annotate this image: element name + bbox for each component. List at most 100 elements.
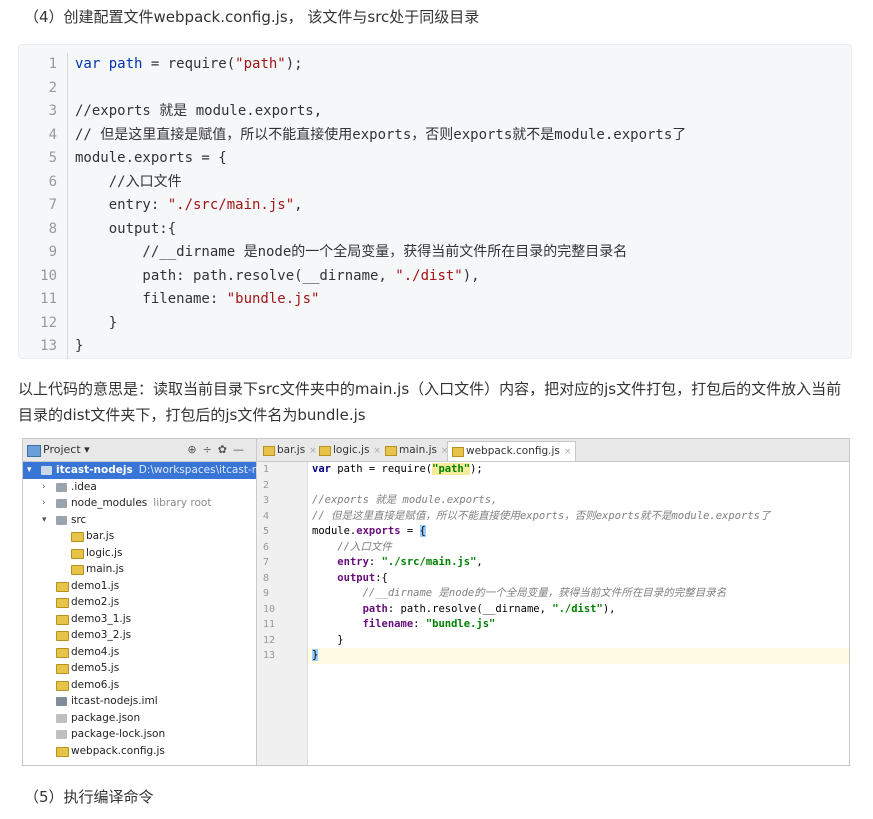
tree-item[interactable]: demo3_1.js (23, 611, 256, 628)
js-file-icon (71, 548, 84, 559)
close-icon[interactable]: × (564, 447, 572, 457)
code-token: var (312, 463, 331, 475)
editor-tab[interactable]: webpack.config.js × (447, 441, 577, 461)
chevron-down-icon[interactable]: ▾ (27, 462, 37, 479)
code-token: var (75, 56, 109, 72)
editor-line-13: } (308, 648, 849, 664)
folder-icon (56, 515, 67, 525)
code-token: "./dist" (552, 602, 603, 615)
tree-item-label: bar.js (86, 528, 114, 545)
tree-item[interactable]: demo2.js (23, 594, 256, 611)
code-line-1: var path = require("path"); (75, 56, 303, 72)
settings-icon[interactable]: ✿ (218, 443, 233, 456)
close-icon[interactable]: × (373, 446, 381, 456)
tree-item-label: demo5.js (71, 660, 119, 677)
editor-tab[interactable]: main.js × (381, 441, 453, 460)
tree-item[interactable]: main.js (23, 561, 256, 578)
tree-item[interactable]: package-lock.json (23, 726, 256, 743)
tree-item-name: src (71, 513, 87, 526)
editor-tab[interactable]: bar.js × (259, 441, 321, 460)
line-number: 3 (48, 103, 57, 119)
chevron-down-icon[interactable]: ▾ (42, 512, 52, 529)
tree-item[interactable]: › node_modules library root (23, 495, 256, 512)
tree-item[interactable]: logic.js (23, 545, 256, 562)
tree-item-name: demo1.js (71, 579, 120, 592)
tree-item-label: demo4.js (71, 644, 119, 661)
line-number: 10 (40, 267, 57, 284)
tree-item-name: itcast-nodejs.iml (71, 695, 158, 707)
line-number: 2 (48, 79, 57, 96)
tree-item[interactable]: itcast-nodejs.iml (23, 693, 256, 710)
code-line-numbers: 1 2 3 4 5 6 7 8 9 10 11 12 13 (19, 53, 68, 359)
editor-line-3: //exports 就是 module.exports, (312, 494, 498, 506)
editor-tab-label: logic.js (333, 444, 370, 456)
js-file-icon (263, 446, 275, 456)
tree-item-name: webpack.config.js (71, 744, 165, 757)
code-line-7: entry: "./src/main.js", (75, 197, 303, 213)
explanation-paragraph: 以上代码的意思是：读取当前目录下src文件夹中的main.js（入口文件）内容，… (18, 380, 842, 424)
tree-item-label: demo1.js (71, 578, 119, 595)
tree-item-label: logic.js (86, 545, 122, 562)
editor-line-number: 3 (263, 495, 270, 506)
tree-item[interactable]: webpack.config.js (23, 743, 256, 760)
tree-item[interactable]: ▾ itcast-nodejs D:\workspaces\itcast-nodej… (23, 462, 286, 479)
tree-item-label: .idea (71, 479, 97, 496)
chevron-right-icon[interactable]: › (42, 495, 52, 512)
collapse-icon[interactable]: ÷ (203, 443, 218, 456)
tree-item-label: package.json (71, 710, 140, 727)
code-line-4: // 但是这里直接是赋值，所以不能直接使用exports，否则exports就不… (75, 126, 687, 143)
js-file-icon (71, 532, 84, 542)
project-icon (27, 445, 41, 457)
js-file-icon (56, 614, 69, 625)
tree-item[interactable]: demo3_2.js (23, 627, 256, 644)
json-file-icon (56, 730, 67, 739)
tree-item[interactable]: ▾ src (23, 512, 256, 529)
editor-code[interactable]: var path = require("path"); //exports 就是… (308, 462, 849, 664)
tree-item[interactable]: demo5.js (23, 660, 256, 677)
code-token: entry (337, 556, 369, 568)
project-label-text: Project (43, 443, 81, 456)
editor-panel: bar.js × logic.js × main.js × webpack.config.j… (257, 439, 849, 765)
project-panel-header[interactable]: Project ▾ ⊕÷✿— (23, 439, 256, 462)
code-line-13: } (75, 338, 84, 354)
step5-heading: （5）执行编译命令 (24, 788, 154, 806)
editor-line-number: 5 (263, 526, 270, 537)
editor-tab[interactable]: logic.js × (315, 441, 385, 460)
code-line-9: //__dirname 是node的一个全局变量，获得当前文件所在目录的完整目录… (75, 244, 628, 260)
chevron-right-icon[interactable]: › (42, 479, 52, 496)
tree-item[interactable]: package.json (23, 710, 256, 727)
code-line-6: //入口文件 (75, 173, 182, 190)
code-token: { (419, 525, 426, 537)
json-file-icon (56, 713, 67, 723)
code-block: 1 2 3 4 5 6 7 8 9 10 11 12 13 var path = require("pa… (18, 44, 852, 359)
js-file-icon (319, 446, 331, 456)
editor-line-number: 13 (263, 650, 276, 661)
editor-line-number: 2 (263, 479, 270, 491)
tree-item[interactable]: bar.js (23, 528, 256, 545)
tree-item-name: itcast-nodejs (56, 464, 133, 476)
editor-line-5: module.exports = { (312, 525, 426, 537)
js-file-icon (56, 647, 69, 658)
tree-item-name: demo4.js (71, 645, 120, 658)
tree-item[interactable]: demo1.js (23, 578, 256, 595)
tree-item-name: demo6.js (71, 678, 120, 691)
tree-item[interactable]: demo6.js (23, 677, 256, 694)
minimize-icon[interactable]: — (233, 443, 250, 456)
tree-item-hint: library root (153, 497, 212, 509)
editor-gutter: 1 2 3 4 5 6 7 8 9 10 11 12 13 (257, 462, 308, 765)
project-label[interactable]: Project ▾ (43, 439, 90, 461)
js-file-icon (56, 664, 69, 674)
editor-line-12: } (312, 633, 344, 646)
tree-item-label: itcast-nodejs.iml (71, 693, 158, 710)
editor-tab-label: webpack.config.js (466, 445, 560, 457)
js-file-icon (56, 746, 69, 757)
tree-item-name: demo5.js (71, 662, 120, 674)
code-token: } (312, 649, 319, 661)
gear-icon[interactable]: ⊕ (187, 443, 202, 456)
project-tree: ▾ itcast-nodejs D:\workspaces\itcast-nodej… (23, 462, 286, 760)
tree-item[interactable]: demo4.js (23, 644, 256, 661)
tree-item[interactable]: › .idea (23, 479, 256, 496)
editor-line-1: var path = require("path"); (312, 463, 483, 475)
code-line-3: //exports 就是 module.exports, (75, 103, 323, 119)
tree-item-label: demo6.js (71, 677, 119, 694)
